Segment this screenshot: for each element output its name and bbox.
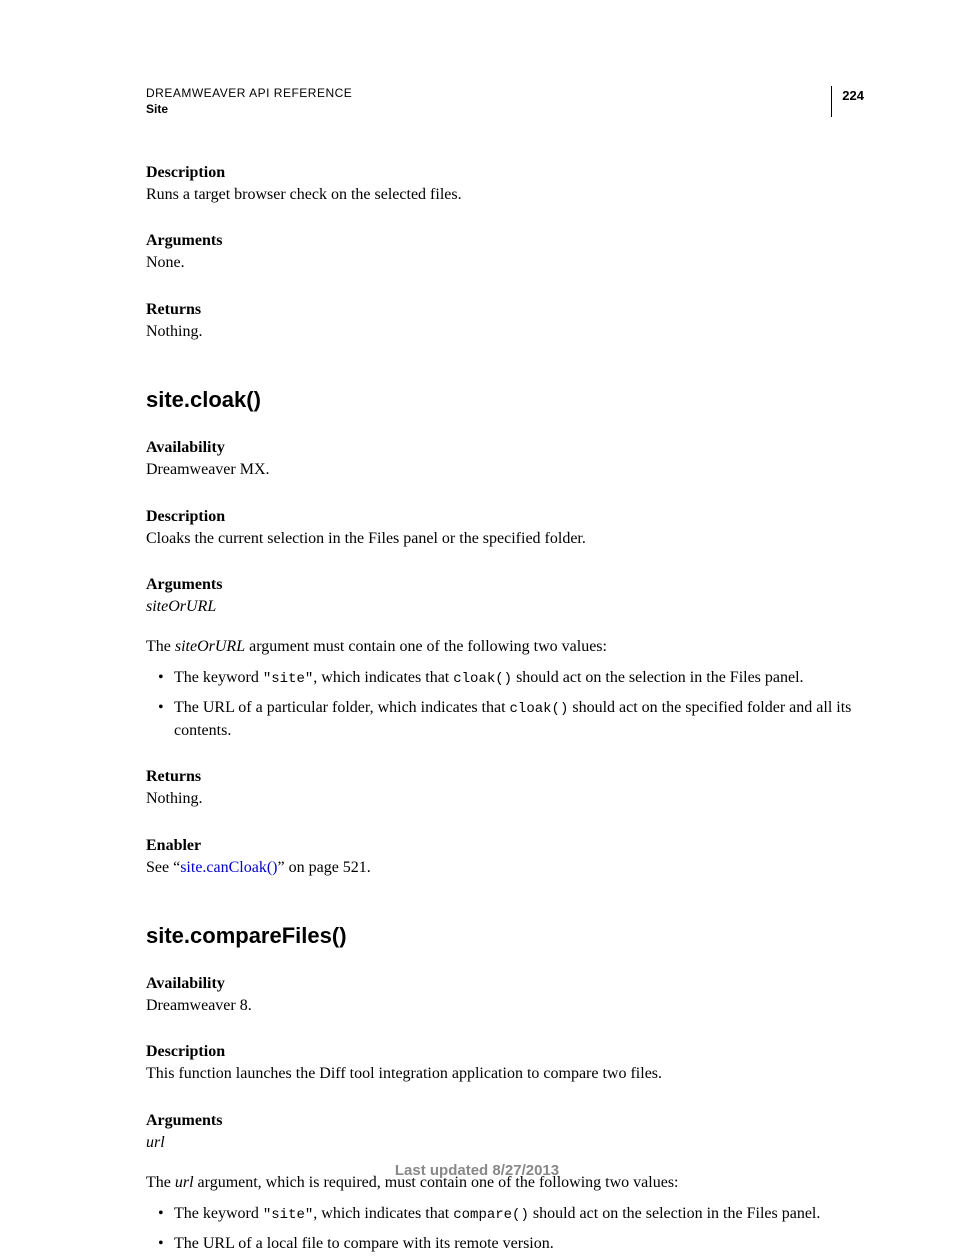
text-fragment: The keyword — [174, 1205, 263, 1222]
text-fragment: argument must contain one of the followi… — [245, 638, 607, 655]
code-literal: cloak() — [453, 671, 512, 687]
page-footer: Last updated 8/27/2013 — [0, 1162, 954, 1179]
list-item: The URL of a particular folder, which in… — [146, 697, 864, 742]
text-fragment: should act on the selection in the Files… — [529, 1205, 821, 1222]
enabler-text: See “site.canCloak()” on page 521. — [146, 857, 864, 879]
availability-label: Availability — [146, 975, 864, 993]
doc-title: DREAMWEAVER API REFERENCE — [146, 86, 864, 100]
availability-text: Dreamweaver 8. — [146, 995, 864, 1017]
text-fragment: The keyword — [174, 669, 263, 686]
enabler-link[interactable]: site.canCloak() — [180, 859, 277, 876]
returns-label: Returns — [146, 301, 864, 319]
param-name: siteOrURL — [175, 638, 245, 655]
code-literal: "site" — [263, 671, 313, 687]
text-fragment: ” on page 521. — [278, 859, 371, 876]
list-item: The keyword "site", which indicates that… — [146, 1203, 864, 1226]
page-content: DREAMWEAVER API REFERENCE Site 224 Descr… — [0, 0, 954, 1256]
text-fragment: The — [146, 638, 175, 655]
returns-label: Returns — [146, 768, 864, 786]
description-label: Description — [146, 164, 864, 182]
returns-text: Nothing. — [146, 321, 864, 343]
description-label: Description — [146, 1043, 864, 1061]
doc-section: Site — [146, 102, 864, 116]
text-fragment: , which indicates that — [313, 669, 453, 686]
page-number: 224 — [831, 86, 864, 117]
arguments-param: url — [146, 1132, 864, 1154]
arguments-label: Arguments — [146, 232, 864, 250]
description-text: This function launches the Diff tool int… — [146, 1063, 864, 1085]
arguments-param: siteOrURL — [146, 596, 864, 618]
text-fragment: The URL of a particular folder, which in… — [174, 699, 510, 716]
text-fragment: should act on the selection in the Files… — [512, 669, 804, 686]
arguments-text: None. — [146, 252, 864, 274]
arguments-label: Arguments — [146, 576, 864, 594]
list-item: The keyword "site", which indicates that… — [146, 667, 864, 690]
arguments-label: Arguments — [146, 1112, 864, 1130]
arguments-list: The keyword "site", which indicates that… — [146, 667, 864, 743]
function-heading-cloak: site.cloak() — [146, 387, 864, 413]
returns-text: Nothing. — [146, 788, 864, 810]
arguments-intro: The siteOrURL argument must contain one … — [146, 636, 864, 658]
description-text: Runs a target browser check on the selec… — [146, 184, 864, 206]
list-item: The URL of a local file to compare with … — [146, 1233, 864, 1255]
description-text: Cloaks the current selection in the File… — [146, 528, 864, 550]
availability-text: Dreamweaver MX. — [146, 459, 864, 481]
function-heading-comparefiles: site.compareFiles() — [146, 923, 864, 949]
enabler-label: Enabler — [146, 837, 864, 855]
description-label: Description — [146, 508, 864, 526]
code-literal: compare() — [453, 1207, 529, 1223]
header-left: DREAMWEAVER API REFERENCE Site — [146, 86, 864, 116]
text-fragment: See “ — [146, 859, 180, 876]
text-fragment: , which indicates that — [313, 1205, 453, 1222]
code-literal: cloak() — [510, 701, 569, 717]
page-header: DREAMWEAVER API REFERENCE Site 224 — [146, 86, 864, 116]
availability-label: Availability — [146, 439, 864, 457]
code-literal: "site" — [263, 1207, 313, 1223]
text-fragment: The URL of a local file to compare with … — [174, 1235, 554, 1252]
arguments-list: The keyword "site", which indicates that… — [146, 1203, 864, 1256]
